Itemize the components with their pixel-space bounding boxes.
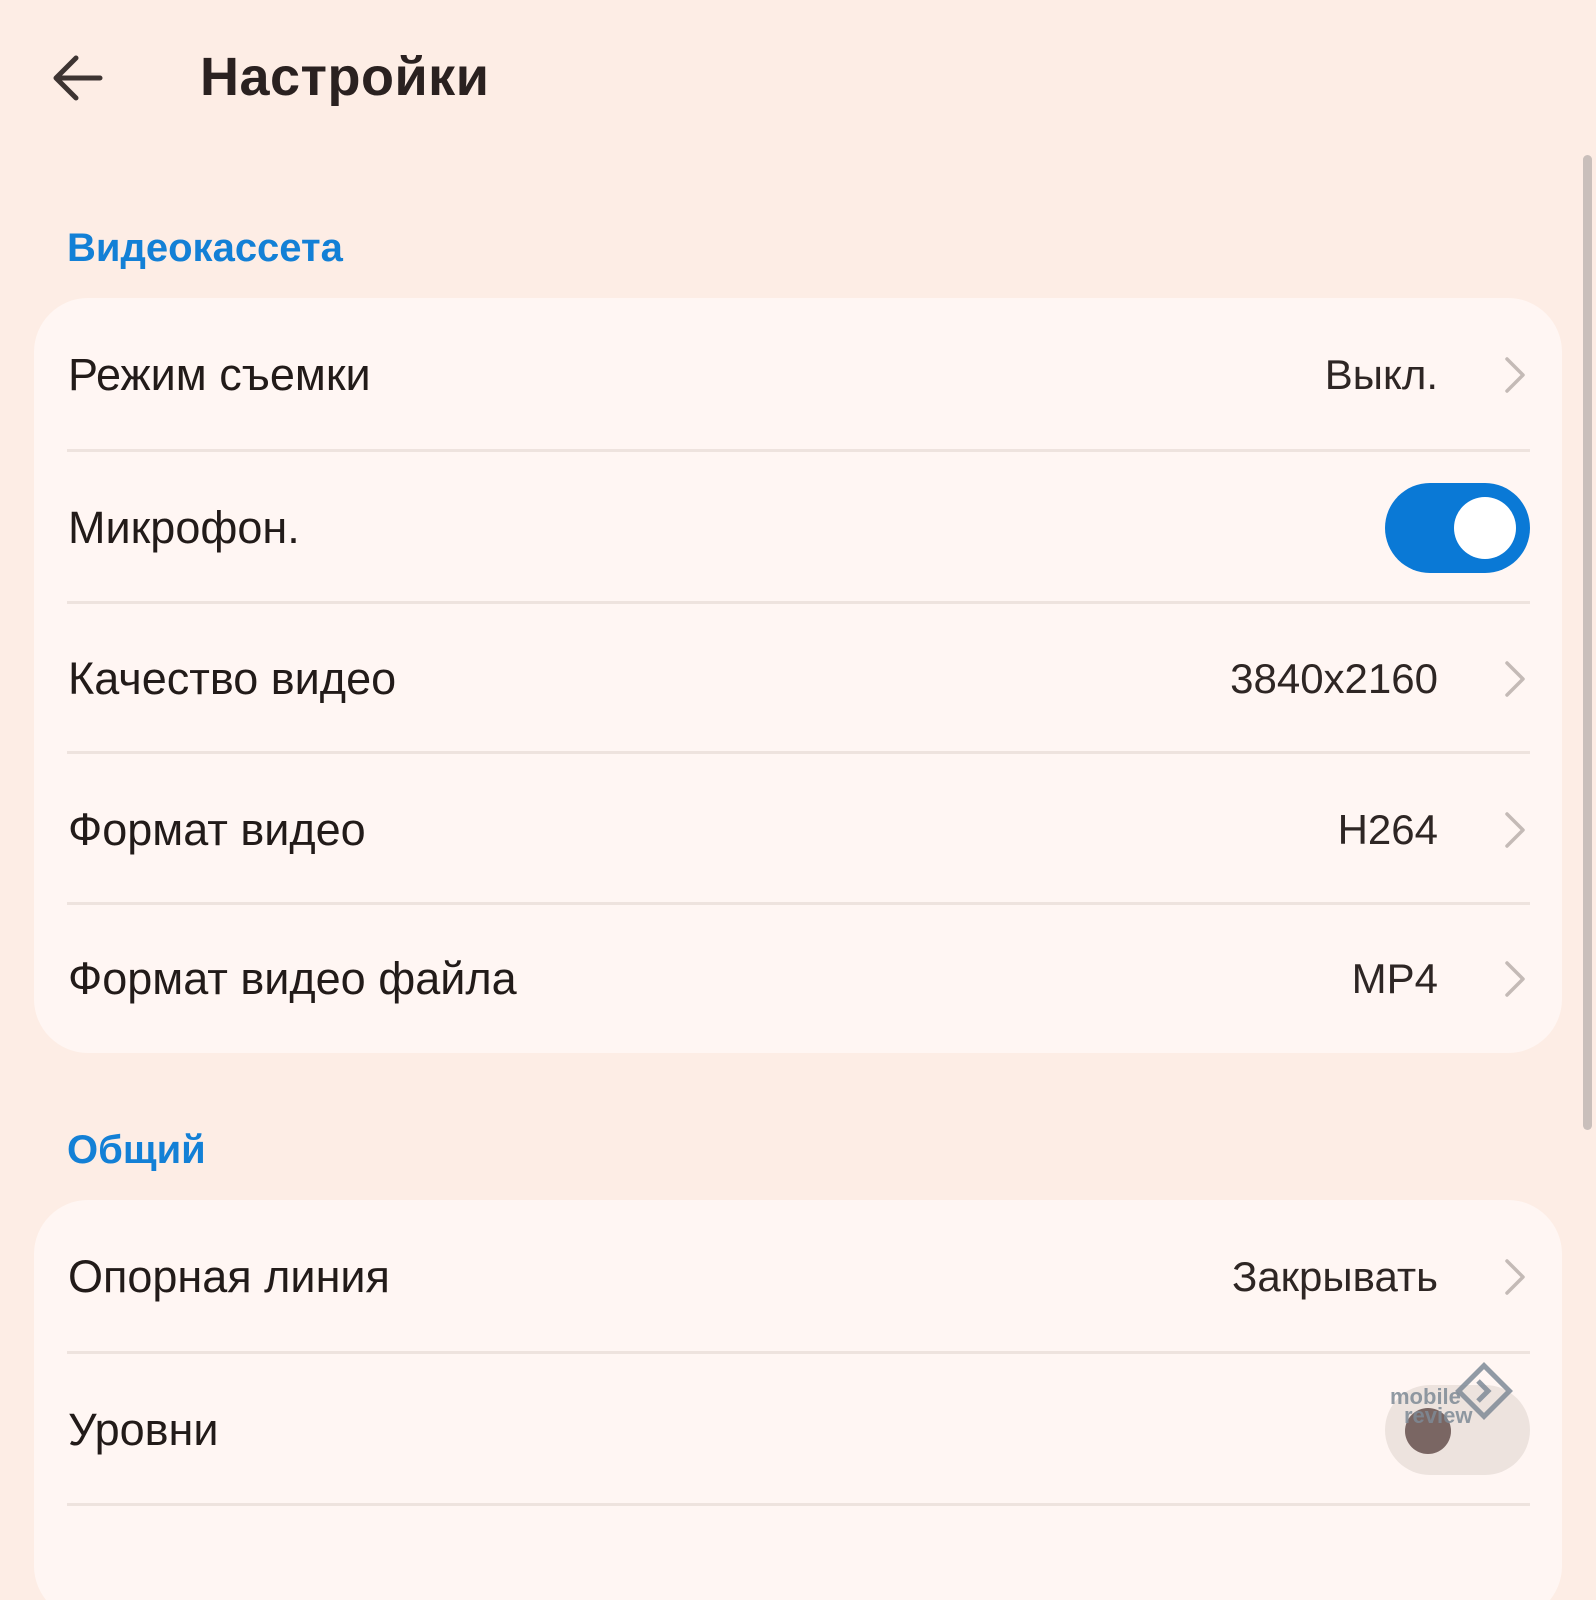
setting-label: Формат видео — [68, 803, 366, 855]
chevron-right-icon — [1500, 957, 1530, 1001]
settings-card-video: Режим съемки Выкл. Микрофон. Качество ви… — [34, 298, 1562, 1053]
toggle-knob — [1454, 497, 1516, 559]
setting-label: Уровни — [68, 1404, 219, 1455]
setting-row-guide-line[interactable]: Опорная линия Закрывать — [34, 1200, 1562, 1354]
chevron-right-icon — [1500, 657, 1530, 701]
setting-value: Закрывать — [1231, 1253, 1438, 1300]
section-header-videocassette: Видеокассета — [67, 226, 343, 270]
setting-label: Формат видео файла — [68, 953, 517, 1004]
scrollbar[interactable] — [1583, 155, 1592, 1130]
settings-screen: Настройки Видеокассета Режим съемки Выкл… — [0, 0, 1596, 1600]
setting-value: H264 — [1337, 805, 1438, 853]
page-title: Настройки — [200, 47, 490, 107]
app-bar: Настройки — [0, 0, 1596, 160]
setting-row-microphone[interactable]: Микрофон. — [34, 452, 1562, 604]
setting-row-shooting-mode[interactable]: Режим съемки Выкл. — [34, 298, 1562, 452]
setting-label: Качество видео — [68, 653, 397, 704]
setting-row-levels[interactable]: Уровни — [34, 1354, 1562, 1506]
setting-row-partial[interactable] — [34, 1506, 1562, 1600]
setting-value: MP4 — [1351, 955, 1438, 1002]
setting-label: Опорная линия — [68, 1251, 390, 1302]
setting-label: Режим съемки — [68, 349, 371, 400]
chevron-right-icon — [1500, 1255, 1530, 1299]
settings-card-general: Опорная линия Закрывать Уровни — [34, 1200, 1562, 1600]
chevron-right-icon — [1500, 808, 1530, 852]
section-header-general: Общий — [67, 1128, 206, 1172]
setting-value: 3840x2160 — [1230, 655, 1438, 702]
setting-label: Микрофон. — [68, 502, 300, 553]
setting-row-video-quality[interactable]: Качество видео 3840x2160 — [34, 604, 1562, 754]
setting-row-video-format[interactable]: Формат видео H264 — [34, 754, 1562, 905]
setting-value: Выкл. — [1324, 351, 1438, 398]
chevron-right-icon — [1500, 353, 1530, 397]
mobile-review-logo-icon — [1455, 1362, 1513, 1420]
setting-row-video-file-format[interactable]: Формат видео файла MP4 — [34, 905, 1562, 1053]
back-button[interactable] — [38, 38, 118, 118]
arrow-left-icon — [53, 55, 103, 101]
microphone-toggle[interactable] — [1385, 483, 1530, 573]
mobile-review-watermark: mobile review — [1390, 1362, 1540, 1447]
